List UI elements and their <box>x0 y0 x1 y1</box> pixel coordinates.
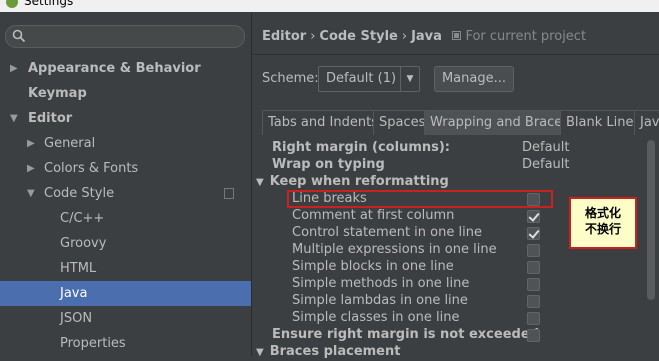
settings-sidebar: ▶ Appearance & Behavior Keymap ▼ Editor … <box>0 12 252 356</box>
sidebar-item-editor[interactable]: ▼ Editor <box>0 106 251 131</box>
sidebar-item-label: General <box>44 136 96 151</box>
scheme-select[interactable]: Default (1) ▼ <box>318 66 420 92</box>
right-margin-label: Right margin (columns): <box>272 140 451 155</box>
sidebar-item-keymap[interactable]: Keymap <box>0 81 251 106</box>
sidebar-item-label: Editor <box>28 111 73 126</box>
option-multiple-expressions: Multiple expressions in one line <box>292 242 497 257</box>
option-simple-blocks: Simple blocks in one line <box>292 259 454 274</box>
tab-wrapping-and-braces[interactable]: Wrapping and Braces <box>424 110 576 135</box>
option-simple-lambdas: Simple lambdas in one line <box>292 293 468 308</box>
search-icon <box>12 29 26 43</box>
ensure-right-margin-checkbox[interactable] <box>527 329 540 342</box>
project-scope-label: For current project <box>465 29 587 44</box>
tab-spaces[interactable]: Spaces <box>373 110 432 135</box>
wrap-on-typing-label: Wrap on typing <box>272 157 385 172</box>
option-control-statement: Control statement in one line <box>292 225 482 240</box>
search-input[interactable] <box>5 25 245 48</box>
sidebar-item-appearance[interactable]: ▶ Appearance & Behavior <box>0 56 251 81</box>
sidebar-item-label: JSON <box>60 311 93 326</box>
sidebar-item-cpp[interactable]: C/C++ <box>0 206 251 231</box>
window-title: Settings <box>24 0 74 8</box>
breadcrumb: Editor › Code Style › Java For current proje… <box>262 29 586 44</box>
project-scope: For current project <box>452 29 586 44</box>
sidebar-item-label: HTML <box>60 261 97 276</box>
simple-blocks-checkbox[interactable] <box>527 261 540 274</box>
simple-classes-checkbox[interactable] <box>527 312 540 325</box>
breadcrumb-code-style: Code Style <box>319 29 398 44</box>
tab-java-more[interactable]: Jav <box>634 110 659 135</box>
highlight-box <box>287 190 553 208</box>
scheme-select-value: Default (1) <box>326 71 397 86</box>
breadcrumb-separator: › <box>401 29 408 44</box>
sidebar-item-properties[interactable]: Properties <box>0 331 251 356</box>
sidebar-item-label: C/C++ <box>60 211 105 226</box>
simple-methods-checkbox[interactable] <box>527 278 540 291</box>
ensure-right-margin-label: Ensure right margin is not exceeded <box>272 327 539 342</box>
sidebar-item-general[interactable]: ▶ General <box>0 131 251 156</box>
copy-settings-icon <box>224 188 234 199</box>
scheme-label: Scheme: <box>262 71 319 86</box>
breadcrumb-editor: Editor <box>262 29 307 44</box>
option-simple-methods: Simple methods in one line <box>292 276 470 291</box>
divider <box>252 54 659 55</box>
sidebar-item-label: Java <box>60 286 88 301</box>
sidebar-item-html[interactable]: HTML <box>0 256 251 281</box>
expand-arrow-icon: ▶ <box>10 63 18 74</box>
sidebar-item-label: Appearance & Behavior <box>28 61 201 76</box>
manage-button[interactable]: Manage... <box>434 66 514 92</box>
right-margin-value[interactable]: Default <box>522 139 570 156</box>
collapse-arrow-icon: ▼ <box>10 113 18 124</box>
sidebar-item-colors-fonts[interactable]: ▶ Colors & Fonts <box>0 156 251 181</box>
app-icon <box>6 0 18 8</box>
multiple-expressions-checkbox[interactable] <box>527 244 540 257</box>
sidebar-item-label: Code Style <box>44 186 115 201</box>
project-icon <box>452 31 462 40</box>
group-label: Braces placement <box>269 344 401 359</box>
scrollbar-thumb[interactable] <box>647 140 655 300</box>
collapse-arrow-icon: ▼ <box>27 188 35 199</box>
braces-placement-group[interactable]: ▼ Braces placement <box>256 343 400 360</box>
collapse-arrow-icon: ▼ <box>256 347 264 358</box>
annotation-note: 格式化 不换行 <box>569 197 637 249</box>
option-simple-classes: Simple classes in one line <box>292 310 460 325</box>
annotation-line-2: 不换行 <box>584 222 621 236</box>
expand-arrow-icon: ▶ <box>27 138 35 149</box>
simple-lambdas-checkbox[interactable] <box>527 295 540 308</box>
chevron-down-icon: ▼ <box>400 67 419 91</box>
breadcrumb-separator: › <box>310 29 316 44</box>
settings-content: Editor › Code Style › Java For current proje… <box>252 12 659 359</box>
sidebar-item-code-style[interactable]: ▼ Code Style <box>0 181 251 206</box>
sidebar-item-label: Properties <box>60 336 126 351</box>
tab-bar: Tabs and Indents Spaces Wrapping and Bra… <box>262 110 659 135</box>
control-statement-checkbox[interactable] <box>527 227 540 240</box>
wrap-on-typing-value[interactable]: Default <box>522 156 570 173</box>
expand-arrow-icon: ▶ <box>27 163 35 174</box>
collapse-arrow-icon: ▼ <box>256 177 264 188</box>
annotation-line-1: 格式化 <box>584 206 621 220</box>
title-bar: Settings <box>0 0 659 12</box>
option-comment-first-column: Comment at first column <box>292 208 455 223</box>
sidebar-item-java[interactable]: Java <box>0 281 251 306</box>
keep-when-reformatting-group[interactable]: ▼ Keep when reformatting <box>256 173 449 190</box>
sidebar-item-label: Colors & Fonts <box>44 161 139 176</box>
comment-first-column-checkbox[interactable] <box>527 210 540 223</box>
sidebar-item-json[interactable]: JSON <box>0 306 251 331</box>
sidebar-item-label: Groovy <box>60 236 107 251</box>
group-label: Keep when reformatting <box>269 174 449 189</box>
breadcrumb-java: Java <box>411 29 442 44</box>
sidebar-item-label: Keymap <box>28 86 87 101</box>
tab-tabs-and-indents[interactable]: Tabs and Indents <box>262 110 384 135</box>
sidebar-item-groovy[interactable]: Groovy <box>0 231 251 256</box>
